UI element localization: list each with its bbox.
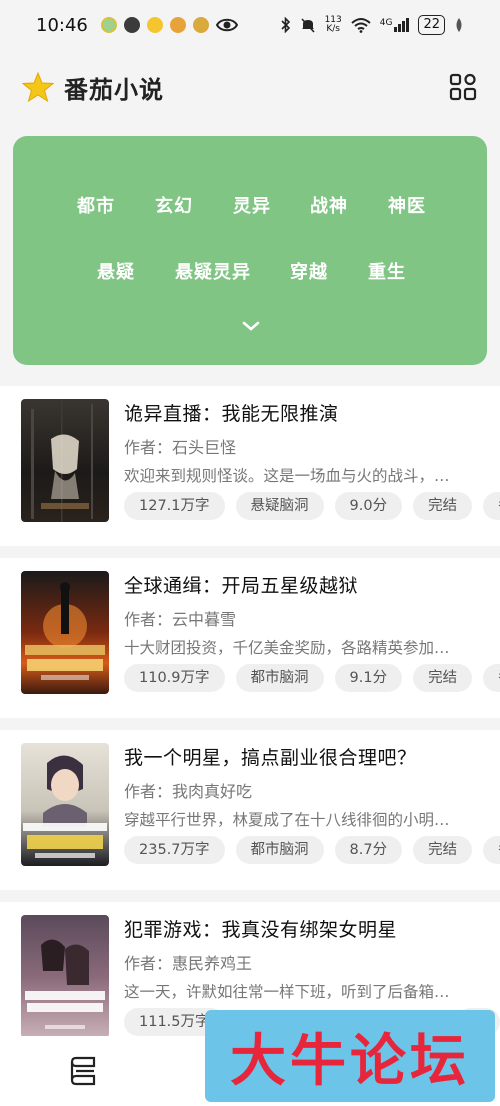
signal-indicator: 4G [380,18,410,32]
word-count-tag: 110.9万字 [124,664,225,692]
category-chongsheng[interactable]: 重生 [368,258,406,284]
book-cover-art [23,755,107,858]
book-tags: 127.1万字 悬疑脑洞 9.0分 完结 番 [124,492,500,522]
book-cover[interactable] [21,743,109,866]
extra-tag: 番 [483,836,500,864]
net-speed-unit: K/s [326,24,340,34]
book-description: 欢迎来到规则怪谈。这是一场血与火的战斗，… [124,467,450,485]
word-count-tag: 127.1万字 [124,492,225,520]
genre-tag[interactable]: 都市脑洞 [235,664,324,692]
book-title[interactable]: 诡异直播：我能无限推演 [124,399,339,426]
book-description: 穿越平行世界，林夏成了在十八线徘徊的小明… [124,811,450,829]
star-icon [22,71,54,103]
notification-app-icon [123,17,140,33]
status-bar: 10:46 113 K/s 4G 22 [0,0,500,50]
book-author: 作者：惠民养鸡王 [124,954,253,973]
book-title[interactable]: 我一个明星，搞点副业很合理吧？ [124,743,417,770]
bluetooth-icon [280,17,290,33]
extra-tag: 番 [483,664,500,692]
book-card[interactable]: 我一个明星，搞点副业很合理吧？ 作者：我肉真好吃 穿越平行世界，林夏成了在十八线… [0,730,500,890]
app-header: 番茄小说 [0,62,500,112]
menu-grid-icon[interactable] [448,72,478,102]
word-count-tag: 235.7万字 [124,836,225,864]
category-xuanyi[interactable]: 悬疑 [97,258,135,284]
signal-label: 4G [379,18,393,28]
book-card[interactable]: 诡异直播：我能无限推演 作者：石头巨怪 欢迎来到规则怪谈。这是一场血与火的战斗，… [0,386,500,546]
book-cover[interactable] [21,399,109,522]
book-tags: 235.7万字 都市脑洞 8.7分 完结 番 [124,836,500,866]
leaf-icon [456,18,462,32]
book-cover[interactable] [21,571,109,694]
book-cover[interactable] [21,915,109,1038]
extra-tag: 番 [483,492,500,520]
book-tags: 110.9万字 都市脑洞 9.1分 完结 番 [124,664,500,694]
notification-app-icon [146,17,163,33]
genre-tag[interactable]: 都市脑洞 [235,836,324,864]
status-time: 10:46 [36,14,88,36]
status-tag: 完结 [413,664,473,692]
book-title[interactable]: 犯罪游戏：我真没有绑架女明星 [124,915,397,942]
category-lingyi[interactable]: 灵异 [233,192,271,218]
category-shenyi[interactable]: 神医 [388,192,426,218]
watermark-text: 大牛论坛 [230,1028,470,1094]
score-tag: 9.0分 [334,492,403,520]
eye-icon [215,18,238,32]
book-description: 这一天，许默如往常一样下班，听到了后备箱… [124,983,450,1001]
status-tag: 完结 [413,492,473,520]
book-cover-art [31,399,93,522]
genre-tag[interactable]: 悬疑脑洞 [235,492,324,520]
watermark-badge: 大牛论坛 [205,1010,495,1102]
notification-app-icon [100,17,117,33]
book-title[interactable]: 全球通缉：开局五星级越狱 [124,571,358,598]
book-cover-art [25,582,105,680]
battery-indicator: 22 [418,15,445,35]
book-card[interactable]: 全球通缉：开局五星级越狱 作者：云中暮雪 十大财团投资，千亿美金奖励，各路精英参… [0,558,500,718]
category-xuanyi-lingyi[interactable]: 悬疑灵异 [175,258,251,284]
notification-app-icon [169,17,186,33]
score-tag: 9.1分 [334,664,403,692]
category-xuanhuan[interactable]: 玄幻 [155,192,193,218]
score-tag: 8.7分 [334,836,403,864]
net-speed: 113 K/s [325,16,342,34]
notification-app-icon [192,17,209,33]
book-description: 十大财团投资，千亿美金奖励，各路精英参加… [124,639,450,657]
category-dushi[interactable]: 都市 [77,192,115,218]
chevron-down-icon[interactable] [241,319,261,333]
book-cover-art [25,939,105,1029]
book-author: 作者：石头巨怪 [124,438,237,457]
category-chuanyue[interactable]: 穿越 [290,258,328,284]
category-panel: 都市 玄幻 灵异 战神 神医 悬疑 悬疑灵异 穿越 重生 [13,136,487,365]
book-author: 作者：云中暮雪 [124,610,237,629]
bookshelf-icon[interactable] [66,1054,100,1088]
mute-icon [300,18,315,33]
category-zhanshen[interactable]: 战神 [310,192,348,218]
status-tag: 完结 [413,836,473,864]
wifi-icon [351,18,371,33]
book-author: 作者：我肉真好吃 [124,782,253,801]
page-title: 番茄小说 [64,75,164,104]
